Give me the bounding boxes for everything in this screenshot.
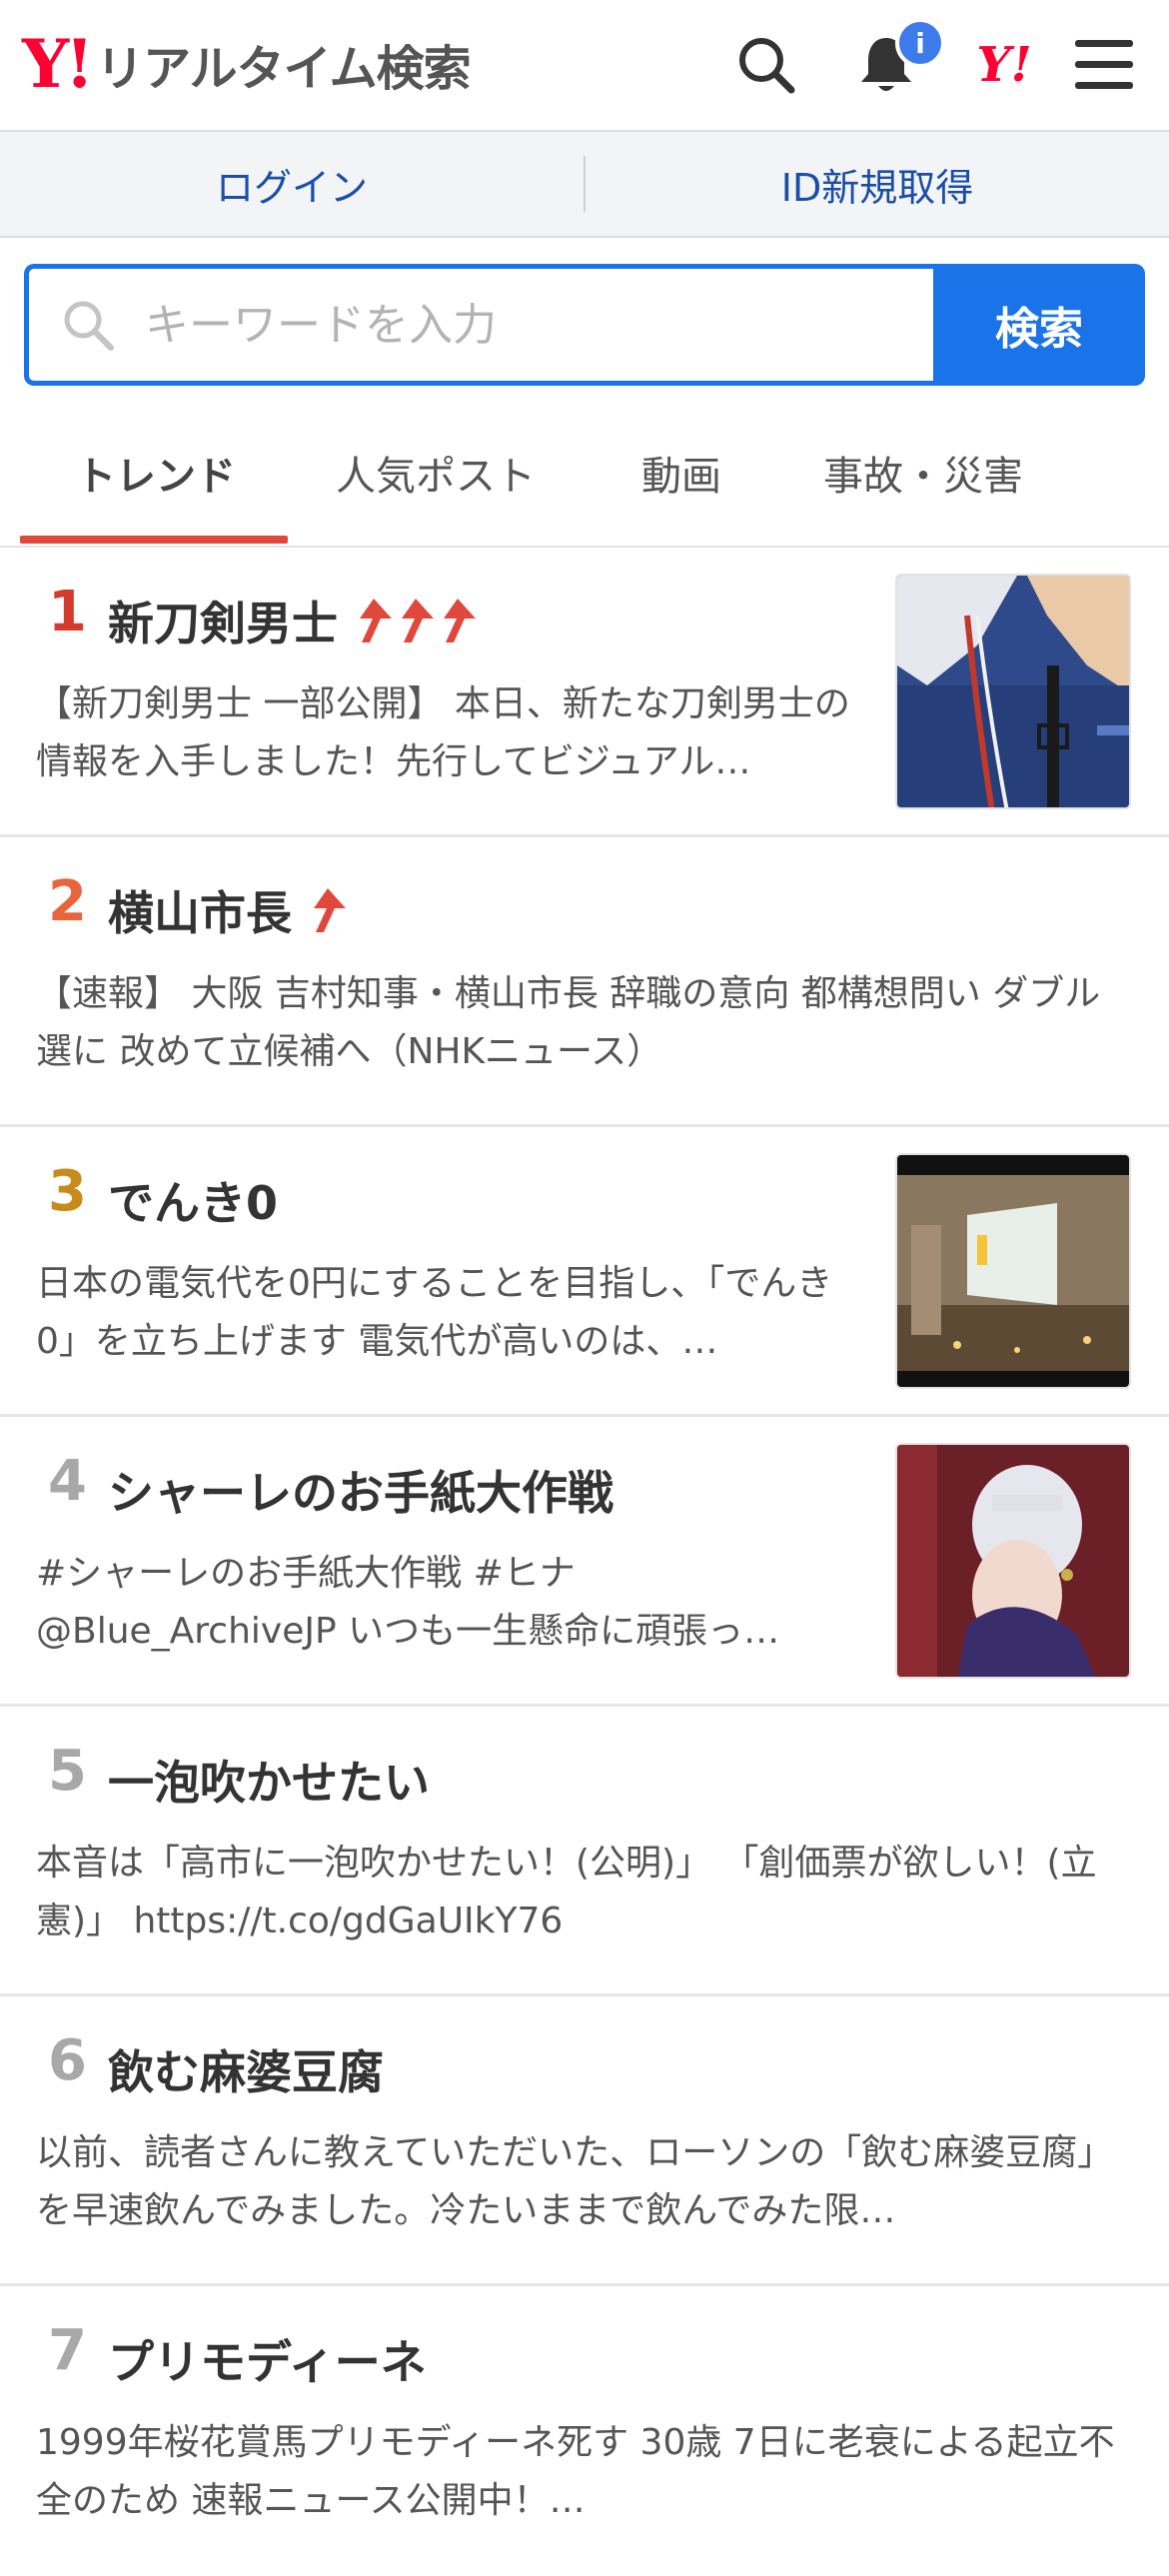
trend-title-row: 新刀剣男士: [108, 588, 480, 653]
trend-title: でんき0: [108, 1176, 279, 1230]
trend-thumbnail[interactable]: [895, 1443, 1131, 1679]
magnifier-icon: [64, 301, 114, 351]
search-icon[interactable]: [731, 30, 801, 100]
rising-arrows: [308, 886, 350, 934]
trend-description: #シャーレのお手紙大作戦 #ヒナ @Blue_ArchiveJP いつも一生懸命…: [36, 1553, 780, 1652]
trend-title-row: でんき0: [108, 1167, 278, 1233]
search-field-container: [24, 264, 933, 386]
hamburger-menu-icon[interactable]: [1069, 30, 1139, 100]
trend-description: 1999年桜花賞馬プリモディーネ死す 30歳 7日に老衰による起立不全のため 速…: [36, 2422, 1115, 2521]
notification-badge: i: [895, 18, 945, 68]
trend-thumbnail[interactable]: [895, 1153, 1131, 1389]
up-arrow-icon: [402, 599, 434, 643]
trend-title-row: シャーレのお手紙大作戦: [108, 1457, 613, 1523]
app-header: Y! リアルタイム検索 i Y!: [0, 0, 1169, 132]
trend-rank: 2: [48, 869, 87, 934]
login-bar: ログイン ID新規取得: [0, 132, 1169, 238]
trend-item[interactable]: 2 横山市長 【速報】 大阪 吉村知事・横山市長 辞職の意向 都構想問い ダブル…: [0, 837, 1169, 1127]
trend-title: 一泡吹かせたい: [108, 1756, 430, 1810]
tab-bar: トレンド 人気ポスト 動画 事故・災害: [0, 400, 1169, 548]
trend-rank: 5: [48, 1739, 87, 1804]
trend-item[interactable]: 6 飲む麻婆豆腐 以前、読者さんに教えていただいた、ローソンの「飲む麻婆豆腐」を…: [0, 1996, 1169, 2286]
trend-title: 飲む麻婆豆腐: [108, 2045, 384, 2099]
trend-title-row: プリモディーネ: [108, 2326, 427, 2392]
trend-rank: 4: [48, 1449, 87, 1514]
trend-title: プリモディーネ: [108, 2335, 427, 2389]
search-bar: 検索: [24, 264, 1145, 386]
trend-item[interactable]: 5 一泡吹かせたい 本音は「高市に一泡吹かせたい！(公明)」 「創価票が欲しい！…: [0, 1707, 1169, 1996]
trend-title: 横山市長: [108, 886, 292, 940]
trend-title-row: 横山市長: [108, 877, 350, 943]
trend-thumbnail[interactable]: [895, 574, 1131, 809]
trend-rank: 7: [48, 2318, 87, 2383]
trend-item[interactable]: 3 でんき0 日本の電気代を0円にすることを目指し、「でんき0」を立ち上げます …: [0, 1127, 1169, 1417]
up-arrow-icon: [444, 599, 476, 643]
tab-trend[interactable]: トレンド: [76, 444, 236, 502]
signup-link[interactable]: ID新規取得: [585, 157, 1169, 212]
trend-rank: 1: [48, 580, 87, 644]
trend-list: 1 新刀剣男士 【新刀剣男士 一部公開】 本日、新たな刀剣男士の情報を入手しまし…: [0, 548, 1169, 2576]
trend-description: 日本の電気代を0円にすることを目指し、「でんき0」を立ち上げます 電気代が高いの…: [36, 1263, 833, 1362]
tab-accidents-disasters[interactable]: 事故・災害: [823, 444, 1023, 502]
search-input[interactable]: [143, 298, 902, 352]
trend-item[interactable]: 4 シャーレのお手紙大作戦 #シャーレのお手紙大作戦 #ヒナ @Blue_Arc…: [0, 1417, 1169, 1707]
trend-rank: 6: [48, 2028, 87, 2093]
trend-title: シャーレのお手紙大作戦: [108, 1466, 613, 1520]
trend-title-row: 一泡吹かせたい: [108, 1747, 430, 1813]
up-arrow-icon: [360, 599, 392, 643]
yahoo-brand-icon[interactable]: Y!: [969, 30, 1039, 100]
trend-title-row: 飲む麻婆豆腐: [108, 2036, 384, 2102]
login-link[interactable]: ログイン: [0, 157, 584, 212]
trend-title: 新刀剣男士: [108, 597, 338, 650]
trend-description: 【速報】 大阪 吉村知事・横山市長 辞職の意向 都構想問い ダブル選に 改めて立…: [36, 973, 1101, 1072]
active-tab-indicator: [20, 536, 288, 544]
up-arrow-icon: [314, 888, 346, 932]
trend-description: 以前、読者さんに教えていただいた、ローソンの「飲む麻婆豆腐」を早速飲んでみました…: [36, 2132, 1114, 2231]
trend-description: 【新刀剣男士 一部公開】 本日、新たな刀剣男士の情報を入手しました！先行してビジ…: [36, 683, 850, 782]
rising-arrows: [354, 597, 480, 644]
trend-item[interactable]: 1 新刀剣男士 【新刀剣男士 一部公開】 本日、新たな刀剣男士の情報を入手しまし…: [0, 548, 1169, 837]
trend-description: 本音は「高市に一泡吹かせたい！(公明)」 「創価票が欲しい！(立憲)」 http…: [36, 1843, 1097, 1941]
trend-item[interactable]: 7 プリモディーネ 1999年桜花賞馬プリモディーネ死す 30歳 7日に老衰によ…: [0, 2286, 1169, 2576]
yahoo-logo-mark: Y!: [22, 25, 94, 103]
search-button[interactable]: 検索: [933, 264, 1145, 386]
tab-videos[interactable]: 動画: [641, 444, 721, 502]
yahoo-realtime-logo[interactable]: Y! リアルタイム検索: [22, 25, 472, 103]
tab-popular-posts[interactable]: 人気ポスト: [336, 444, 536, 502]
logo-text: リアルタイム検索: [96, 41, 472, 97]
trend-rank: 3: [48, 1159, 87, 1224]
